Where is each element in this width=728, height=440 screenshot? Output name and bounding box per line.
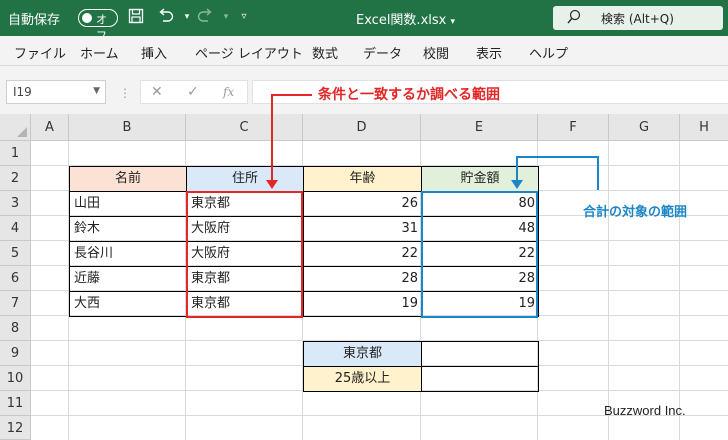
annotation-arrows [266, 94, 599, 190]
criteria-arrow [271, 94, 312, 180]
criteria-range-annotation: 条件と一致するか調べる範囲 [318, 87, 500, 103]
criteria-arrowhead [266, 180, 278, 189]
sum-arrowhead [511, 180, 523, 189]
sum-range-annotation: 合計の対象の範囲 [583, 205, 688, 220]
sum-arrow [516, 156, 599, 190]
watermark: Buzzword Inc. [604, 403, 686, 418]
